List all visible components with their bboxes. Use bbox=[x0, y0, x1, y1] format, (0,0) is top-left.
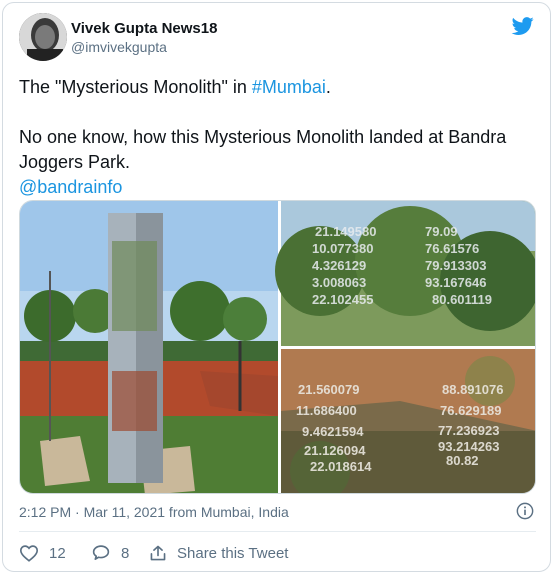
photo-number-tr-1: 76.61576 bbox=[425, 241, 479, 256]
tweet-timestamp[interactable]: 2:12 PM · Mar 11, 2021 from Mumbai, Indi… bbox=[19, 504, 289, 520]
photo-number-tr-4: 80.601119 bbox=[432, 292, 492, 307]
photo-monolith-park bbox=[20, 201, 278, 493]
photo-number-tl-4: 22.102455 bbox=[312, 292, 373, 307]
reply-count: 8 bbox=[121, 544, 130, 562]
photo-number-bl-4: 22.018614 bbox=[310, 459, 372, 474]
display-name[interactable]: Vivek Gupta News18 bbox=[71, 20, 217, 37]
reply-icon bbox=[92, 545, 110, 560]
tweet-text-prefix: The "Mysterious Monolith" in bbox=[19, 77, 252, 97]
photo-number-tl-3: 3.008063 bbox=[312, 275, 366, 290]
photo-number-bl-3: 21.126094 bbox=[304, 443, 366, 458]
like-count: 12 bbox=[49, 544, 66, 562]
tweet-card: Vivek Gupta News18 @imvivekgupta The "My… bbox=[2, 2, 551, 572]
photo-number-tl-0: 21.149580 bbox=[315, 224, 376, 239]
photo-number-bl-2: 9.4621594 bbox=[302, 424, 364, 439]
photo-number-br-3: 93.214263 bbox=[438, 439, 499, 454]
info-icon[interactable] bbox=[516, 502, 534, 520]
hashtag-link[interactable]: #Mumbai bbox=[252, 77, 326, 97]
divider bbox=[19, 531, 536, 532]
photo-number-tr-0: 79.09 bbox=[425, 224, 458, 239]
tweet-media[interactable]: 21.149580 10.077380 4.326129 3.008063 22… bbox=[19, 200, 536, 494]
tweet-text-suffix: . bbox=[325, 77, 331, 97]
photo-number-br-2: 77.236923 bbox=[438, 423, 499, 438]
share-button[interactable]: Share this Tweet bbox=[149, 543, 288, 563]
photo-number-br-0: 88.891076 bbox=[442, 382, 503, 397]
photo-numbers-top bbox=[275, 201, 535, 346]
avatar[interactable] bbox=[19, 13, 67, 61]
photo-number-tr-3: 93.167646 bbox=[425, 275, 486, 290]
photo-number-bl-0: 21.560079 bbox=[298, 382, 359, 397]
tweet-text: The "Mysterious Monolith" in #Mumbai. No… bbox=[19, 75, 534, 200]
reply-button[interactable]: 8 bbox=[91, 543, 129, 563]
share-label: Share this Tweet bbox=[177, 544, 289, 562]
photo-number-tr-2: 79.913303 bbox=[425, 258, 486, 273]
like-button[interactable]: 12 bbox=[19, 543, 66, 563]
share-icon bbox=[150, 545, 166, 561]
photo-number-tl-2: 4.326129 bbox=[312, 258, 366, 273]
twitter-bird-icon[interactable] bbox=[510, 15, 536, 37]
mention-link[interactable]: @bandrainfo bbox=[19, 177, 122, 197]
photo-number-tl-1: 10.077380 bbox=[312, 241, 373, 256]
photo-number-br-1: 76.629189 bbox=[440, 403, 501, 418]
heart-icon bbox=[19, 545, 39, 562]
photo-number-bl-1: 11.686400 bbox=[296, 403, 357, 418]
user-handle[interactable]: @imvivekgupta bbox=[71, 39, 167, 55]
tweet-text-body: No one know, how this Mysterious Monolit… bbox=[19, 127, 507, 172]
photo-number-br-4: 80.82 bbox=[446, 453, 479, 468]
